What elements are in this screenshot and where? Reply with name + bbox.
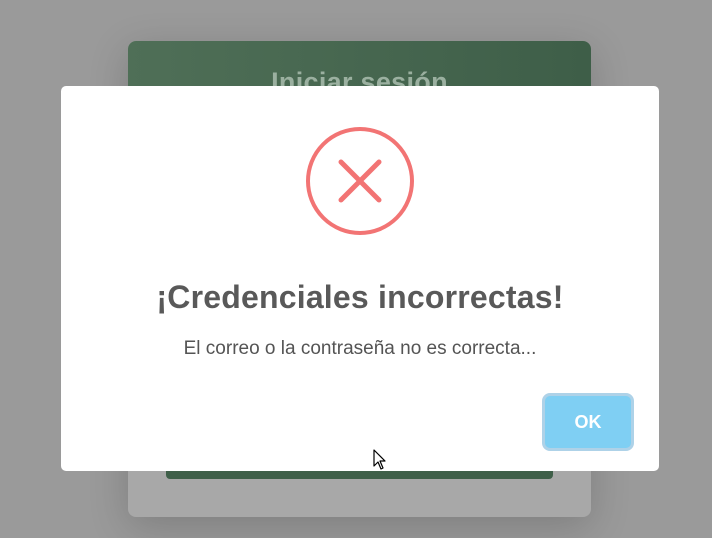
error-x-circle-icon	[306, 127, 414, 235]
ok-button[interactable]: OK	[545, 396, 631, 448]
dialog-message: El correo o la contraseña no es correcta…	[183, 338, 537, 359]
dialog-title: ¡Credenciales incorrectas!	[156, 279, 564, 315]
error-dialog: ¡Credenciales incorrectas! El correo o l…	[61, 86, 659, 471]
mouse-pointer-icon	[373, 449, 386, 470]
